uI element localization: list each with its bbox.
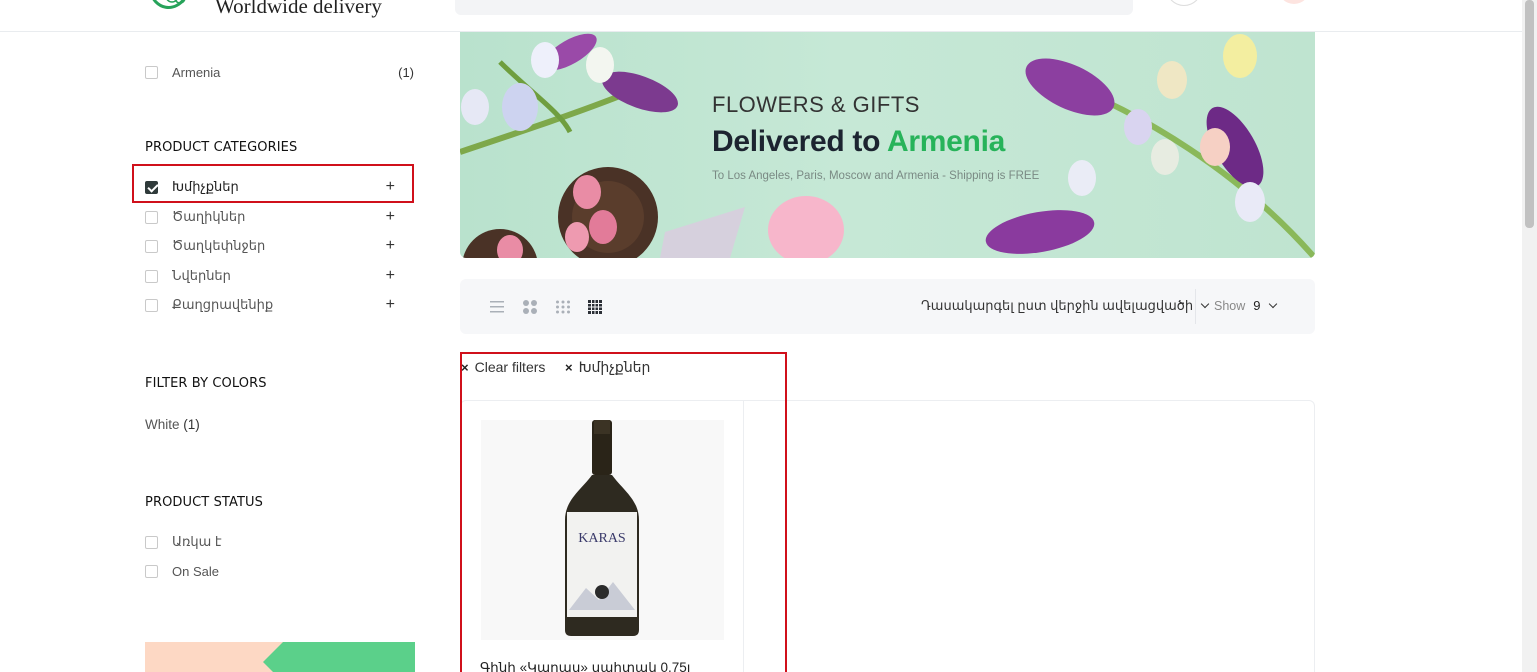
hero-title-prefix: Delivered to bbox=[712, 125, 881, 158]
status-label: Առկա է bbox=[172, 534, 222, 549]
status-item-in-stock[interactable]: Առկա է bbox=[145, 532, 415, 552]
section-title-status: PRODUCT STATUS bbox=[145, 495, 263, 510]
status-label: On Sale bbox=[172, 563, 219, 579]
hero-banner[interactable]: FLOWERS & GIFTS Delivered to Armenia To … bbox=[460, 32, 1315, 258]
expand-icon[interactable]: + bbox=[386, 238, 395, 254]
expand-icon[interactable]: + bbox=[386, 297, 395, 313]
category-item-sweets[interactable]: Քաղցրավենիք + bbox=[145, 295, 415, 315]
checkbox[interactable] bbox=[145, 564, 158, 578]
checkbox[interactable] bbox=[145, 239, 158, 253]
cart-badge[interactable] bbox=[1278, 0, 1310, 4]
section-title-categories: PRODUCT CATEGORIES bbox=[145, 140, 298, 155]
category-label: Քաղցրավենիք bbox=[172, 297, 274, 312]
show-value: 9 bbox=[1253, 298, 1261, 313]
checkbox[interactable] bbox=[145, 535, 158, 549]
chevron-down-icon bbox=[1200, 299, 1210, 309]
sort-dropdown[interactable]: Դասակարգել ըստ վերջին ավելացվածի bbox=[921, 298, 1210, 314]
category-label: Ծաղիկներ bbox=[172, 209, 246, 224]
category-label: Ծաղկեփնջեր bbox=[172, 238, 266, 253]
hero-subtitle: FLOWERS & GIFTS bbox=[712, 92, 920, 117]
grid-3-view-icon[interactable] bbox=[555, 299, 571, 315]
sidebar-promo-banner[interactable] bbox=[145, 642, 415, 672]
expand-icon[interactable]: + bbox=[386, 209, 395, 225]
checkbox[interactable] bbox=[145, 269, 158, 283]
shop-toolbar: Դասակարգել ըստ վերջին ավելացվածի Show 9 bbox=[460, 279, 1315, 334]
scrollbar-thumb[interactable] bbox=[1525, 0, 1534, 228]
checkbox[interactable] bbox=[145, 210, 158, 224]
section-title-colors: FILTER BY COLORS bbox=[145, 376, 267, 391]
sort-label: Դասակարգել ըստ վերջին ավելացվածի bbox=[921, 298, 1194, 313]
hero-note: To Los Angeles, Paris, Moscow and Armeni… bbox=[712, 170, 1040, 182]
highlight-box-category bbox=[132, 164, 414, 203]
grid-2-view-icon[interactable] bbox=[522, 299, 538, 315]
color-count: (1) bbox=[183, 417, 200, 432]
category-label: Նվերներ bbox=[172, 268, 231, 283]
grid-4-view-icon[interactable] bbox=[587, 299, 603, 315]
hero-title: Delivered to Armenia bbox=[712, 125, 1005, 159]
color-filter-white[interactable]: White (1) bbox=[145, 417, 200, 432]
search-input[interactable] bbox=[455, 0, 1133, 15]
site-header: Worldwide delivery bbox=[0, 0, 1522, 32]
chevron-down-icon bbox=[1268, 299, 1277, 308]
filter-label: Armenia bbox=[172, 64, 221, 80]
filter-count: (1) bbox=[398, 64, 414, 80]
color-label: White bbox=[145, 417, 180, 432]
status-item-on-sale[interactable]: On Sale bbox=[145, 561, 415, 581]
banner-shape bbox=[263, 642, 415, 672]
checkbox[interactable] bbox=[145, 65, 158, 79]
show-count-dropdown[interactable]: Show 9 bbox=[1214, 298, 1277, 313]
highlight-box-results bbox=[460, 352, 787, 672]
filter-location-armenia[interactable]: Armenia (1) bbox=[145, 62, 415, 82]
checkbox[interactable] bbox=[145, 298, 158, 312]
hero-title-accent: Armenia bbox=[887, 125, 1005, 158]
logo-icon[interactable] bbox=[146, 0, 198, 16]
account-icon[interactable] bbox=[1166, 0, 1202, 6]
category-item-gifts[interactable]: Նվերներ + bbox=[145, 266, 415, 286]
show-label: Show bbox=[1214, 298, 1246, 313]
category-item-flowers[interactable]: Ծաղիկներ + bbox=[145, 207, 415, 227]
page-scrollbar[interactable] bbox=[1522, 0, 1537, 672]
logo-tagline: Worldwide delivery bbox=[215, 0, 382, 18]
category-item-bouquets[interactable]: Ծաղկեփնջեր + bbox=[145, 236, 415, 256]
expand-icon[interactable]: + bbox=[386, 268, 395, 284]
toolbar-divider bbox=[1195, 289, 1196, 324]
list-view-icon[interactable] bbox=[489, 299, 505, 315]
